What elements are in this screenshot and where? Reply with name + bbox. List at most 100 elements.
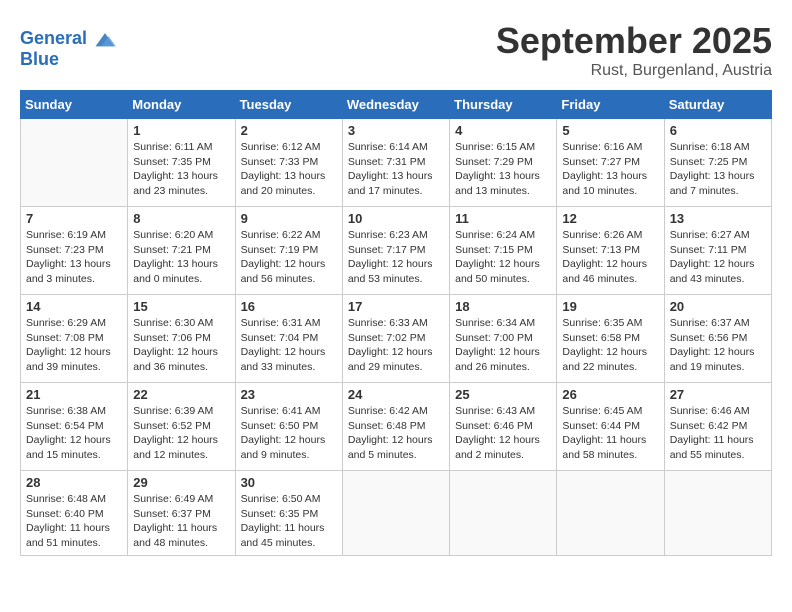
day-number: 23	[241, 387, 337, 402]
calendar-cell: 11 Sunrise: 6:24 AMSunset: 7:15 PMDayligh…	[450, 207, 557, 295]
calendar-cell: 18 Sunrise: 6:34 AMSunset: 7:00 PMDayligh…	[450, 295, 557, 383]
day-info: Sunrise: 6:38 AMSunset: 6:54 PMDaylight:…	[26, 404, 122, 463]
logo: General Blue	[20, 28, 116, 70]
calendar-cell: 19 Sunrise: 6:35 AMSunset: 6:58 PMDayligh…	[557, 295, 664, 383]
day-number: 21	[26, 387, 122, 402]
calendar-week-row: 28 Sunrise: 6:48 AMSunset: 6:40 PMDayligh…	[21, 471, 772, 556]
day-number: 7	[26, 211, 122, 226]
day-info: Sunrise: 6:50 AMSunset: 6:35 PMDaylight:…	[241, 492, 337, 551]
day-info: Sunrise: 6:12 AMSunset: 7:33 PMDaylight:…	[241, 140, 337, 199]
day-info: Sunrise: 6:11 AMSunset: 7:35 PMDaylight:…	[133, 140, 229, 199]
calendar-cell: 20Sunrise: 6:37 AMSunset: 6:56 PMDayligh…	[664, 295, 771, 383]
calendar-cell: 14Sunrise: 6:29 AMSunset: 7:08 PMDayligh…	[21, 295, 128, 383]
day-info: Sunrise: 6:23 AMSunset: 7:17 PMDaylight:…	[348, 228, 444, 287]
month-title: September 2025	[496, 20, 772, 62]
logo-text: General	[20, 28, 116, 50]
day-number: 8	[133, 211, 229, 226]
day-info: Sunrise: 6:30 AMSunset: 7:06 PMDaylight:…	[133, 316, 229, 375]
calendar-cell: 28 Sunrise: 6:48 AMSunset: 6:40 PMDayligh…	[21, 471, 128, 556]
calendar-cell: 24 Sunrise: 6:42 AMSunset: 6:48 PMDayligh…	[342, 383, 449, 471]
calendar-cell: 22 Sunrise: 6:39 AMSunset: 6:52 PMDayligh…	[128, 383, 235, 471]
calendar-week-row: 21 Sunrise: 6:38 AMSunset: 6:54 PMDayligh…	[21, 383, 772, 471]
day-number: 25	[455, 387, 551, 402]
day-info: Sunrise: 6:43 AMSunset: 6:46 PMDaylight:…	[455, 404, 551, 463]
day-info: Sunrise: 6:39 AMSunset: 6:52 PMDaylight:…	[133, 404, 229, 463]
day-number: 22	[133, 387, 229, 402]
day-number: 24	[348, 387, 444, 402]
calendar-cell: 17 Sunrise: 6:33 AMSunset: 7:02 PMDayligh…	[342, 295, 449, 383]
day-number: 11	[455, 211, 551, 226]
calendar-cell	[557, 471, 664, 556]
day-info: Sunrise: 6:26 AMSunset: 7:13 PMDaylight:…	[562, 228, 658, 287]
day-info: Sunrise: 6:22 AMSunset: 7:19 PMDaylight:…	[241, 228, 337, 287]
calendar-cell: 3Sunrise: 6:14 AMSunset: 7:31 PMDaylight…	[342, 119, 449, 207]
calendar-cell: 26Sunrise: 6:45 AMSunset: 6:44 PMDayligh…	[557, 383, 664, 471]
day-number: 9	[241, 211, 337, 226]
calendar-cell: 23 Sunrise: 6:41 AMSunset: 6:50 PMDayligh…	[235, 383, 342, 471]
day-info: Sunrise: 6:14 AMSunset: 7:31 PMDaylight:…	[348, 140, 444, 199]
day-info: Sunrise: 6:33 AMSunset: 7:02 PMDaylight:…	[348, 316, 444, 375]
day-number: 18	[455, 299, 551, 314]
day-info: Sunrise: 6:15 AMSunset: 7:29 PMDaylight:…	[455, 140, 551, 199]
day-info: Sunrise: 6:31 AMSunset: 7:04 PMDaylight:…	[241, 316, 337, 375]
day-number: 29	[133, 475, 229, 490]
calendar-cell	[342, 471, 449, 556]
location-title: Rust, Burgenland, Austria	[496, 62, 772, 80]
calendar-cell: 21 Sunrise: 6:38 AMSunset: 6:54 PMDayligh…	[21, 383, 128, 471]
day-number: 4	[455, 123, 551, 138]
calendar-week-row: 7 Sunrise: 6:19 AMSunset: 7:23 PMDaylight…	[21, 207, 772, 295]
day-info: Sunrise: 6:19 AMSunset: 7:23 PMDaylight:…	[26, 228, 122, 287]
day-info: Sunrise: 6:46 AMSunset: 6:42 PMDaylight:…	[670, 404, 766, 463]
day-number: 13	[670, 211, 766, 226]
calendar-week-row: 14Sunrise: 6:29 AMSunset: 7:08 PMDayligh…	[21, 295, 772, 383]
calendar-cell: 29Sunrise: 6:49 AMSunset: 6:37 PMDayligh…	[128, 471, 235, 556]
day-info: Sunrise: 6:20 AMSunset: 7:21 PMDaylight:…	[133, 228, 229, 287]
day-number: 12	[562, 211, 658, 226]
calendar-header-row: SundayMondayTuesdayWednesdayThursdayFrid…	[21, 91, 772, 119]
day-number: 17	[348, 299, 444, 314]
day-number: 2	[241, 123, 337, 138]
day-info: Sunrise: 6:24 AMSunset: 7:15 PMDaylight:…	[455, 228, 551, 287]
day-info: Sunrise: 6:45 AMSunset: 6:44 PMDaylight:…	[562, 404, 658, 463]
day-info: Sunrise: 6:48 AMSunset: 6:40 PMDaylight:…	[26, 492, 122, 551]
calendar-cell: 27Sunrise: 6:46 AMSunset: 6:42 PMDayligh…	[664, 383, 771, 471]
weekday-header-wednesday: Wednesday	[342, 91, 449, 119]
calendar-cell: 10 Sunrise: 6:23 AMSunset: 7:17 PMDayligh…	[342, 207, 449, 295]
day-info: Sunrise: 6:35 AMSunset: 6:58 PMDaylight:…	[562, 316, 658, 375]
calendar-cell	[664, 471, 771, 556]
calendar-cell: 13 Sunrise: 6:27 AMSunset: 7:11 PMDayligh…	[664, 207, 771, 295]
day-info: Sunrise: 6:18 AMSunset: 7:25 PMDaylight:…	[670, 140, 766, 199]
calendar-cell	[450, 471, 557, 556]
logo-blue-text: Blue	[20, 50, 116, 70]
calendar-cell: 5Sunrise: 6:16 AMSunset: 7:27 PMDaylight…	[557, 119, 664, 207]
calendar-cell: 12 Sunrise: 6:26 AMSunset: 7:13 PMDayligh…	[557, 207, 664, 295]
calendar-cell: 7 Sunrise: 6:19 AMSunset: 7:23 PMDaylight…	[21, 207, 128, 295]
page-header: General Blue September 2025 Rust, Burgen…	[20, 20, 772, 80]
day-number: 28	[26, 475, 122, 490]
weekday-header-saturday: Saturday	[664, 91, 771, 119]
day-number: 19	[562, 299, 658, 314]
calendar-cell: 2 Sunrise: 6:12 AMSunset: 7:33 PMDaylight…	[235, 119, 342, 207]
weekday-header-tuesday: Tuesday	[235, 91, 342, 119]
day-number: 6	[670, 123, 766, 138]
title-block: September 2025 Rust, Burgenland, Austria	[496, 20, 772, 80]
day-number: 16	[241, 299, 337, 314]
day-number: 15	[133, 299, 229, 314]
day-info: Sunrise: 6:27 AMSunset: 7:11 PMDaylight:…	[670, 228, 766, 287]
weekday-header-sunday: Sunday	[21, 91, 128, 119]
weekday-header-thursday: Thursday	[450, 91, 557, 119]
calendar-cell: 8 Sunrise: 6:20 AMSunset: 7:21 PMDaylight…	[128, 207, 235, 295]
weekday-header-friday: Friday	[557, 91, 664, 119]
day-number: 14	[26, 299, 122, 314]
day-number: 30	[241, 475, 337, 490]
day-info: Sunrise: 6:41 AMSunset: 6:50 PMDaylight:…	[241, 404, 337, 463]
calendar-cell: 4 Sunrise: 6:15 AMSunset: 7:29 PMDaylight…	[450, 119, 557, 207]
day-number: 10	[348, 211, 444, 226]
weekday-header-monday: Monday	[128, 91, 235, 119]
day-number: 20	[670, 299, 766, 314]
day-info: Sunrise: 6:34 AMSunset: 7:00 PMDaylight:…	[455, 316, 551, 375]
calendar-cell: 6 Sunrise: 6:18 AMSunset: 7:25 PMDaylight…	[664, 119, 771, 207]
calendar-week-row: 1 Sunrise: 6:11 AMSunset: 7:35 PMDaylight…	[21, 119, 772, 207]
day-number: 1	[133, 123, 229, 138]
day-info: Sunrise: 6:42 AMSunset: 6:48 PMDaylight:…	[348, 404, 444, 463]
